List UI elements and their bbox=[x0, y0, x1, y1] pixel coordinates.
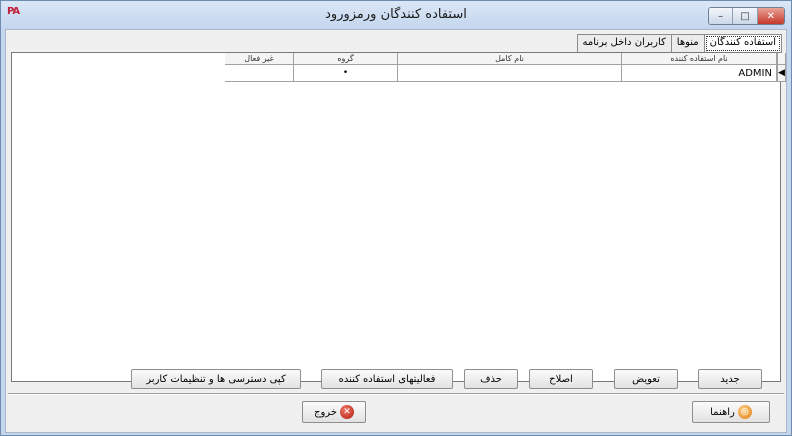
table-row[interactable]: • ADMIN ◀ bbox=[225, 65, 786, 82]
cell-inactive[interactable] bbox=[225, 65, 294, 82]
column-header-fullname[interactable]: نام کامل bbox=[398, 53, 622, 65]
close-circle-icon: ✕ bbox=[339, 405, 354, 419]
row-indicator-icon: ◀ bbox=[777, 65, 786, 82]
tab-program-users[interactable]: کاربران داخل برنامه bbox=[576, 34, 672, 52]
header-indicator-cell bbox=[777, 53, 786, 65]
column-header-group[interactable]: گروه bbox=[294, 53, 398, 65]
tab-strip: استفاده کنندگان منوها کاربران داخل برنام… bbox=[576, 34, 782, 53]
maximize-button[interactable]: □ bbox=[733, 8, 758, 24]
minimize-button[interactable]: – bbox=[709, 8, 734, 24]
title-bar[interactable]: PA استفاده کنندگان ورمزورود – □ ✕ bbox=[1, 1, 791, 29]
cell-username[interactable]: ADMIN bbox=[622, 65, 777, 82]
lifebuoy-icon: ◎ bbox=[737, 405, 752, 419]
tab-users[interactable]: استفاده کنندگان bbox=[703, 34, 782, 53]
footer-divider bbox=[8, 393, 784, 395]
user-activities-button[interactable]: فعالیتهای استفاده کننده bbox=[321, 369, 453, 389]
window-title: استفاده کنندگان ورمزورود bbox=[325, 7, 467, 22]
replace-button[interactable]: تعویض bbox=[614, 369, 678, 389]
users-window: PA استفاده کنندگان ورمزورود – □ ✕ استفاد… bbox=[0, 0, 792, 436]
window-controls: – □ ✕ bbox=[708, 7, 785, 25]
users-grid[interactable]: غیر فعال گروه نام کامل نام استفاده کننده… bbox=[11, 52, 786, 382]
exit-label: خروج bbox=[314, 406, 337, 418]
tab-menus[interactable]: منوها bbox=[670, 34, 705, 52]
copy-access-button[interactable]: کپی دسترسی ها و تنظیمات کاربر bbox=[131, 369, 301, 389]
minimize-icon: – bbox=[718, 10, 724, 22]
client-area: استفاده کنندگان منوها کاربران داخل برنام… bbox=[5, 29, 787, 433]
cell-fullname[interactable] bbox=[398, 65, 622, 82]
help-button[interactable]: راهنما ◎ bbox=[692, 401, 770, 423]
help-label: راهنما bbox=[710, 406, 735, 418]
exit-button[interactable]: خروج ✕ bbox=[302, 401, 366, 423]
column-header-username[interactable]: نام استفاده کننده bbox=[622, 53, 777, 65]
close-button[interactable]: ✕ bbox=[757, 8, 784, 24]
grid-header: غیر فعال گروه نام کامل نام استفاده کننده bbox=[225, 53, 786, 65]
maximize-icon: □ bbox=[740, 10, 750, 22]
edit-button[interactable]: اصلاح bbox=[529, 369, 593, 389]
column-header-inactive[interactable]: غیر فعال bbox=[225, 53, 294, 65]
new-button[interactable]: جدید bbox=[698, 369, 762, 389]
cell-group[interactable]: • bbox=[294, 65, 398, 82]
delete-button[interactable]: حذف bbox=[464, 369, 518, 389]
close-icon: ✕ bbox=[766, 10, 776, 22]
